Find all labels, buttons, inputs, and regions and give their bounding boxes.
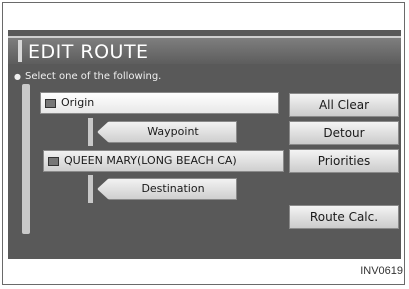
route-calc-label: Route Calc. xyxy=(309,210,379,224)
route-connector xyxy=(88,175,93,203)
title-accent xyxy=(18,40,22,62)
detour-label: Detour xyxy=(323,126,365,140)
page-title: EDIT ROUTE xyxy=(28,41,149,63)
waypoint-item[interactable]: Waypoint xyxy=(97,121,237,143)
route-connector xyxy=(88,118,93,146)
scroll-bar[interactable] xyxy=(22,84,30,234)
figure-caption: INV0619 xyxy=(360,265,403,277)
priorities-label: Priorities xyxy=(317,154,371,168)
all-clear-button[interactable]: All Clear xyxy=(289,93,399,117)
destination-label: Destination xyxy=(141,182,205,195)
instruction-label: Select one of the following. xyxy=(24,71,162,82)
origin-label: Origin xyxy=(61,96,95,109)
bullet-icon: ● xyxy=(14,72,21,81)
priorities-button[interactable]: Priorities xyxy=(289,149,399,173)
flag-icon xyxy=(48,156,59,166)
destination-item[interactable]: Destination xyxy=(97,178,237,200)
route-calc-button[interactable]: Route Calc. xyxy=(289,205,399,229)
title-bar: EDIT ROUTE xyxy=(8,36,401,64)
waypoint-label: Waypoint xyxy=(147,125,199,138)
location-item[interactable]: QUEEN MARY(LONG BEACH CA) xyxy=(43,150,284,172)
location-label: QUEEN MARY(LONG BEACH CA) xyxy=(64,154,237,167)
all-clear-label: All Clear xyxy=(318,98,370,112)
origin-item[interactable]: Origin xyxy=(40,92,279,114)
instruction-text: ● Select one of the following. xyxy=(14,71,161,82)
flag-icon xyxy=(45,98,56,108)
detour-button[interactable]: Detour xyxy=(289,121,399,145)
